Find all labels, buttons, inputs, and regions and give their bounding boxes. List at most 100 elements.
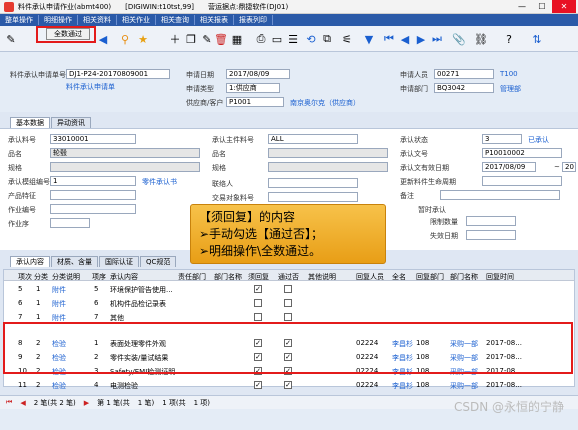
- update-field[interactable]: [482, 176, 562, 186]
- tab-change-info[interactable]: 异动资讯: [51, 117, 91, 128]
- col-reply-dept: 回复部门: [416, 273, 444, 281]
- favorite-icon[interactable]: [120, 32, 134, 46]
- refresh-icon[interactable]: ⟲: [304, 32, 318, 46]
- mold-field[interactable]: 1: [50, 176, 136, 186]
- status-field: 3: [482, 134, 522, 144]
- apply-type-select[interactable]: 1:供应商: [226, 83, 280, 93]
- contact-field[interactable]: [268, 178, 358, 188]
- menu-item-related-data[interactable]: 相关资料: [78, 15, 117, 25]
- delete-icon[interactable]: 🗑: [214, 32, 228, 46]
- vendor-link[interactable]: 南京奥尔克（供应商）: [290, 98, 360, 108]
- maximize-icon[interactable]: ☐: [532, 0, 552, 13]
- link-icon[interactable]: ⛓: [474, 32, 488, 46]
- cell-content: 环境保护管告使用...: [110, 286, 173, 294]
- edit2-icon[interactable]: ✎: [200, 32, 214, 46]
- next-icon[interactable]: ▶: [414, 32, 428, 46]
- star-icon[interactable]: ★: [136, 32, 150, 46]
- reply-checkbox[interactable]: ✓: [254, 285, 262, 293]
- pass-checkbox[interactable]: [284, 299, 292, 307]
- menu-item-related-ops[interactable]: 相关作业: [117, 15, 156, 25]
- applicant-label: 申请人员: [400, 71, 428, 79]
- update-label: 更新料件生命周期: [400, 178, 456, 186]
- prev-record-icon[interactable]: ◀: [20, 399, 25, 407]
- applicant-field[interactable]: 00271: [434, 69, 494, 79]
- doc-no-link[interactable]: 料件承认申请单: [66, 82, 115, 92]
- feature-field[interactable]: [50, 190, 136, 200]
- process-field[interactable]: [50, 218, 90, 228]
- pass-checkbox[interactable]: [284, 285, 292, 293]
- reply-checkbox[interactable]: [254, 313, 262, 321]
- table-row[interactable]: 7 1 附件 7 其他: [4, 311, 574, 322]
- tab-basic[interactable]: 基本数据: [10, 117, 50, 128]
- col-no: 项次: [18, 273, 32, 281]
- edit-icon[interactable]: ✎: [4, 32, 18, 46]
- doc-field[interactable]: P10010002: [482, 148, 562, 158]
- apply-date-field[interactable]: 2017/08/09: [226, 69, 290, 79]
- copy-icon[interactable]: ❐: [184, 32, 198, 46]
- dept-field[interactable]: BQ3042: [434, 83, 494, 93]
- applicant-link[interactable]: T100: [500, 70, 518, 78]
- main-item-field[interactable]: ALL: [268, 134, 358, 144]
- menu-item-batch[interactable]: 整单操作: [0, 15, 39, 25]
- remark-field[interactable]: [440, 190, 560, 200]
- reply-checkbox[interactable]: ✓: [254, 381, 262, 389]
- col-resp-dept: 责任部门: [178, 273, 206, 281]
- menu-bar: 整单操作 明细操作 相关资料 相关作业 相关查询 相关报表 报表列印: [0, 14, 578, 26]
- col-pass: 通过否: [278, 273, 299, 281]
- first-record-icon[interactable]: ⏮: [6, 398, 12, 407]
- reply-checkbox[interactable]: [254, 299, 262, 307]
- expire-field[interactable]: [466, 230, 516, 240]
- table-row[interactable]: 6 1 附件 6 机构件品检记录表: [4, 297, 574, 308]
- print-icon[interactable]: ⎙: [254, 32, 268, 46]
- help-icon[interactable]: ?: [502, 32, 516, 46]
- add-icon[interactable]: ＋: [168, 32, 182, 46]
- menu-item-related-query[interactable]: 相关查询: [156, 15, 195, 25]
- previous-icon[interactable]: ◀: [398, 32, 412, 46]
- status-link: 已承认: [528, 136, 549, 144]
- tab-certification[interactable]: 国际认证: [99, 256, 139, 267]
- filter-icon[interactable]: ⚟: [340, 32, 354, 46]
- trade-field[interactable]: [268, 192, 358, 202]
- item-name-field: 轮毂: [50, 148, 200, 158]
- last-icon[interactable]: ⏭: [430, 32, 444, 46]
- menu-item-report-print[interactable]: 报表列印: [234, 15, 273, 25]
- col-content: 承认内容: [110, 273, 138, 281]
- menu-item-related-report[interactable]: 相关报表: [195, 15, 234, 25]
- prev-icon[interactable]: ◀: [96, 32, 110, 46]
- eff-from-field[interactable]: 2017/08/09: [482, 162, 536, 172]
- tab-qc[interactable]: QC规范: [140, 256, 177, 267]
- table-row[interactable]: 11 2 检验 4 电测检验 02224 李昌杉 108 采购一部 2017-08... ✓ ✓: [4, 379, 574, 390]
- menu-item-detail[interactable]: 明细操作: [39, 15, 78, 25]
- item-name-label: 品名: [8, 150, 22, 158]
- scroll-icon[interactable]: ⇅: [530, 32, 544, 46]
- table-row[interactable]: 5 1 附件 5 环境保护管告使用... ✓: [4, 283, 574, 294]
- mold-link[interactable]: 零件承认书: [142, 177, 177, 187]
- limit-qty-field[interactable]: [466, 216, 516, 226]
- minimize-icon[interactable]: —: [512, 0, 532, 13]
- work-no-field[interactable]: [50, 204, 136, 214]
- col-other: 其他说明: [308, 273, 336, 281]
- screen-icon[interactable]: ▭: [270, 32, 284, 46]
- dept-link[interactable]: 管理部: [500, 84, 521, 94]
- pass-checkbox[interactable]: ✓: [284, 381, 292, 389]
- eff-to-field[interactable]: 20: [562, 162, 576, 172]
- tab-material[interactable]: 材质、含量: [51, 256, 98, 267]
- next-record-icon[interactable]: ▶: [84, 399, 89, 407]
- item-no-field[interactable]: 33010001: [50, 134, 136, 144]
- attach-icon[interactable]: 📎: [452, 32, 466, 46]
- pass-checkbox[interactable]: [284, 313, 292, 321]
- more-icon[interactable]: ▦: [230, 32, 244, 46]
- vendor-label: 供应商/客户: [186, 99, 224, 107]
- tab-approval-content[interactable]: 承认内容: [10, 256, 50, 267]
- app-icon: [4, 1, 14, 12]
- funnel-icon[interactable]: ▼: [362, 32, 376, 46]
- cell-cat: 1: [36, 313, 41, 321]
- group-icon[interactable]: ⧉: [320, 32, 334, 46]
- list-icon[interactable]: ☰: [286, 32, 300, 46]
- first-icon[interactable]: ⏮: [382, 32, 396, 46]
- doc-no-field[interactable]: DJ1-P24-20170809001: [66, 69, 170, 79]
- col-seq: 项序: [92, 273, 106, 281]
- window-db: [DIGIWIN:t10tst,99]: [125, 2, 195, 11]
- vendor-field[interactable]: P1001: [226, 97, 284, 107]
- close-icon[interactable]: ✕: [552, 0, 576, 13]
